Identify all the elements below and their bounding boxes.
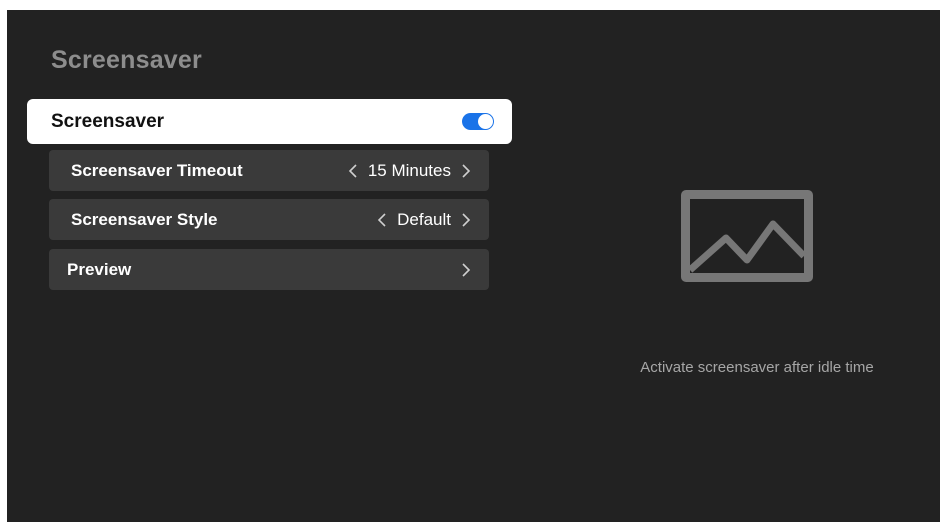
screen: Screensaver Screensaver Screensaver Time… bbox=[7, 10, 940, 522]
screensaver-label: Screensaver bbox=[51, 110, 165, 132]
chevron-right-icon[interactable] bbox=[461, 212, 471, 227]
screensaver-timeout-label: Screensaver Timeout bbox=[71, 160, 243, 180]
screensaver-toggle[interactable] bbox=[462, 113, 494, 130]
preview-label: Preview bbox=[67, 259, 132, 279]
screensaver-style-row[interactable]: Screensaver Style Default bbox=[49, 199, 489, 240]
chevron-left-icon[interactable] bbox=[348, 163, 358, 178]
screensaver-description: Activate screensaver after idle time bbox=[640, 359, 874, 376]
screensaver-timeout-value: 15 Minutes bbox=[367, 160, 451, 180]
screensaver-toggle-row[interactable]: Screensaver bbox=[27, 99, 512, 144]
chevron-right-icon[interactable] bbox=[461, 163, 471, 178]
toggle-knob bbox=[478, 114, 493, 129]
screensaver-style-label: Screensaver Style bbox=[71, 209, 218, 229]
screensaver-timeout-row[interactable]: Screensaver Timeout 15 Minutes bbox=[49, 150, 489, 191]
chevron-right-icon[interactable] bbox=[461, 262, 471, 277]
image-placeholder-icon bbox=[681, 190, 813, 282]
screensaver-style-value: Default bbox=[397, 209, 451, 229]
page-title: Screensaver bbox=[51, 46, 202, 74]
preview-row[interactable]: Preview bbox=[49, 249, 489, 290]
chevron-left-icon[interactable] bbox=[377, 212, 387, 227]
